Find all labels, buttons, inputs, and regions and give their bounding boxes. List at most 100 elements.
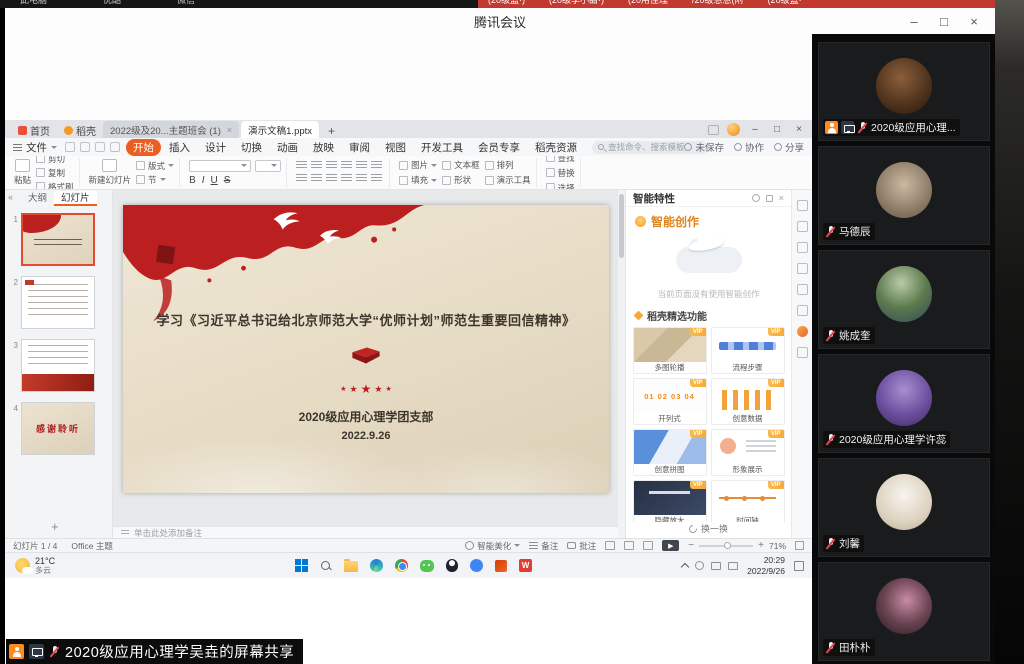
help-icon[interactable] [752,194,760,202]
ribbon-tab[interactable]: 切换 [234,139,269,156]
slide-thumbnail-4[interactable]: 感谢聆听 [21,402,95,455]
wps-minimize-icon[interactable]: – [748,124,762,135]
backpack-icon[interactable] [797,347,808,358]
participant-tile[interactable]: 姚成奎 [818,250,990,349]
numbering-icon[interactable] [311,174,322,182]
participant-tile[interactable]: 2020级应用心理学许蕊 [818,354,990,453]
new-slide-button[interactable]: 新建幻灯片 [89,159,132,186]
collapse-panel-icon[interactable]: « [8,192,13,202]
chart-pane-icon[interactable] [797,284,808,295]
format-toggle[interactable]: I [202,175,205,186]
format-toggle[interactable]: B [189,175,196,186]
vertical-scrollbar[interactable] [618,190,625,538]
qq-icon[interactable] [446,559,458,572]
zoom-percent[interactable]: 71% [769,541,786,551]
minimize-icon[interactable]: – [899,14,929,29]
account-avatar[interactable] [727,123,740,136]
print-icon[interactable] [80,142,90,152]
chrome-browser-icon[interactable] [395,559,408,572]
zoom-out-icon[interactable]: − [688,541,694,551]
template-card[interactable]: VIP 创意数据 [711,378,785,425]
align-left-icon[interactable] [296,161,307,169]
desktop-window-title[interactable]: 微信 [177,0,195,8]
taskbar-clock[interactable]: 20:29 2022/9/26 [745,555,787,575]
tray-expand-icon[interactable] [681,562,689,570]
slide-canvas[interactable]: 学习《习近平总书记给北京师范大学“优师计划”师范生重要回信精神》 ★ ★ ★ ★ [123,205,609,493]
wps-app-icon[interactable]: W [519,559,532,572]
volume-icon[interactable] [711,562,721,570]
layout-switch-icon[interactable] [708,125,719,135]
undo-icon[interactable] [95,142,105,152]
shape-button[interactable]: 形状 [442,174,480,186]
select-button[interactable]: 选择 [546,182,575,191]
comments-toggle[interactable]: 批注 [567,540,596,552]
ribbon-tab[interactable]: 审阅 [342,139,377,156]
copy-button[interactable]: 复制 [36,167,74,179]
file-menu[interactable]: 文件 [5,140,65,155]
redo-icon[interactable] [110,142,120,152]
panel-tab[interactable]: 大纲 [21,191,54,206]
wps-close-icon[interactable]: × [792,124,806,135]
ribbon-tab[interactable]: 稻壳资源 [528,139,584,156]
ribbon-tab[interactable]: 放映 [306,139,341,156]
maximize-icon[interactable]: □ [929,14,959,29]
comments-pane-icon[interactable] [797,263,808,274]
new-tab-icon[interactable]: + [321,124,342,138]
zoom-knob[interactable] [724,542,731,549]
desktop-window-title[interactable]: 此电脑 [20,0,47,8]
theme-name[interactable]: Office 主题 [71,540,112,552]
cooperate-button[interactable]: 协作 [734,140,764,154]
network-icon[interactable] [695,561,704,570]
chat-tab[interactable]: (20级蓝·) [488,0,525,8]
ribbon-tab[interactable]: 插入 [162,139,197,156]
weather-widget[interactable]: 21°C 多云 [5,556,145,576]
share-button[interactable]: 分享 [774,140,804,154]
wechat-icon[interactable] [420,560,434,572]
layout-button[interactable]: 版式 [136,160,174,172]
indent-icon[interactable] [326,174,337,182]
file-explorer-icon[interactable] [344,561,358,572]
bullets-icon[interactable] [296,174,307,182]
align-center-icon[interactable] [311,161,322,169]
pin-icon[interactable] [766,195,773,202]
arrange-button[interactable]: 排列 [485,159,531,171]
scrollbar-thumb[interactable] [619,194,624,258]
refresh-templates-button[interactable]: 换一换 [626,522,791,535]
format-toggle[interactable]: U [211,175,218,186]
font-name-select[interactable] [189,160,251,172]
template-card[interactable]: VIP 流程步骤 [711,327,785,374]
office-icon[interactable] [495,560,507,572]
search-icon[interactable] [320,560,332,572]
template-card[interactable]: VIP 时间轴 [711,480,785,527]
justify-icon[interactable] [341,161,352,169]
ribbon-tab[interactable]: 会员专享 [471,139,527,156]
notification-center-icon[interactable] [794,561,804,571]
ribbon-tab[interactable]: 开发工具 [414,139,470,156]
zoom-in-icon[interactable]: + [758,541,764,551]
ribbon-tab[interactable]: 动画 [270,139,305,156]
slide-thumbnail-3[interactable] [21,339,95,392]
document-tab[interactable]: 2022级及20...主题班会 (1) × [103,121,239,138]
reading-view-icon[interactable] [643,541,653,550]
properties-icon[interactable] [797,200,808,211]
windows-start-icon[interactable] [295,559,308,572]
template-card[interactable]: VIP 形象展示 [711,429,785,476]
picture-button[interactable]: 图片 [399,159,437,171]
template-card[interactable]: VIP 创意拼图 [633,429,707,476]
align-objects-icon[interactable] [371,174,382,182]
present-tools-button[interactable]: 演示工具 [485,174,531,186]
fill-button[interactable]: 填充 [399,174,437,186]
netdisk-icon[interactable] [470,559,483,572]
wps-home-button[interactable]: 首页 [11,122,57,138]
find-button[interactable]: 查找 [546,156,575,164]
text-direction-icon[interactable] [356,174,367,182]
chat-tab[interactable]: (20用佳理 [628,0,668,8]
zoom-slider[interactable] [699,545,753,547]
tab-close-icon[interactable]: × [227,125,232,135]
docer-material-icon[interactable] [797,326,808,337]
notes-toggle[interactable]: 备注 [529,540,558,552]
participant-tile[interactable]: 马德辰 [818,146,990,245]
slide-sorter-icon[interactable] [624,541,634,550]
participant-tile[interactable]: 刘馨 [818,458,990,557]
template-card[interactable]: 01 02 03 04 VIP 开列式 [633,378,707,425]
